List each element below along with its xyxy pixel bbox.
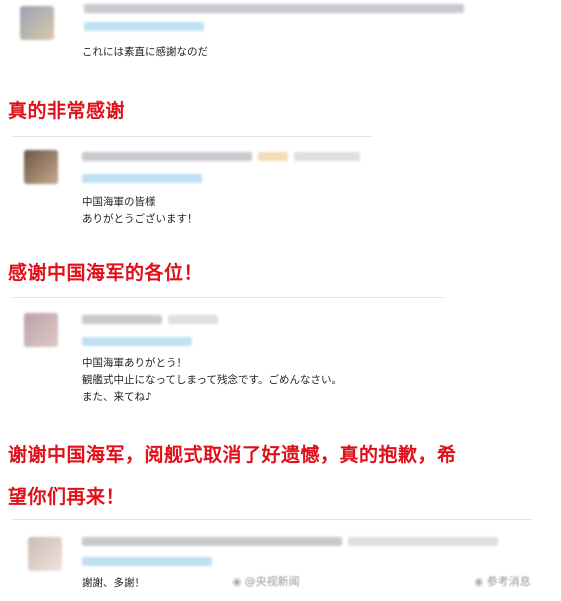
watermark-left-text: @央视新闻 (244, 575, 300, 588)
blurred-username-emoji (258, 152, 288, 161)
tweet-text: これには素直に感謝なのだ (82, 46, 208, 58)
tweet-card-2: 中国海軍の皆様 ありがとうございます！ (12, 136, 372, 240)
blurred-handle (84, 22, 204, 31)
tweet-text: 謝謝、多謝！ (82, 577, 145, 589)
blurred-handle (82, 557, 212, 566)
blurred-handle (82, 174, 202, 183)
watermark-right: ◉ 参考消息 (474, 573, 531, 589)
blurred-avatar (24, 313, 58, 347)
blurred-avatar (20, 6, 54, 40)
card-divider (12, 297, 444, 298)
blurred-username (82, 537, 342, 546)
tweet-text: 中国海軍ありがとう！ 観艦式中止になってしまって残念です。ごめんなさい。 また、… (82, 357, 342, 403)
blurred-username (84, 4, 464, 13)
blurred-username (82, 152, 252, 161)
blurred-avatar (24, 150, 58, 184)
caption-2: 感谢中国海军的各位！ (8, 262, 204, 284)
weibo-icon: ◉ (474, 575, 484, 588)
blurred-username (82, 315, 162, 324)
card-divider (12, 519, 532, 520)
blurred-handle (82, 337, 192, 346)
tweet-card-1: これには素直に感謝なのだ (12, 0, 482, 72)
tweet-card-3: 中国海軍ありがとう！ 観艦式中止になってしまって残念です。ごめんなさい。 また、… (12, 297, 444, 419)
caption-3: 谢谢中国海军，阅舰式取消了好遗憾，真的抱歉，希 (8, 444, 457, 466)
blurred-username-tail (294, 152, 360, 161)
watermark-right-text: 参考消息 (486, 575, 531, 588)
card-divider (12, 136, 372, 137)
blurred-username-tail (168, 315, 218, 324)
weibo-icon: ◉ (232, 575, 242, 588)
tweet-text: 中国海軍の皆様 ありがとうございます！ (82, 196, 198, 225)
blurred-avatar (28, 537, 62, 571)
caption-4: 望你们再来！ (8, 486, 126, 508)
blurred-username-tail (348, 537, 498, 546)
caption-1: 真的非常感谢 (8, 100, 126, 122)
watermark-left: ◉ @央视新闻 (232, 573, 300, 589)
